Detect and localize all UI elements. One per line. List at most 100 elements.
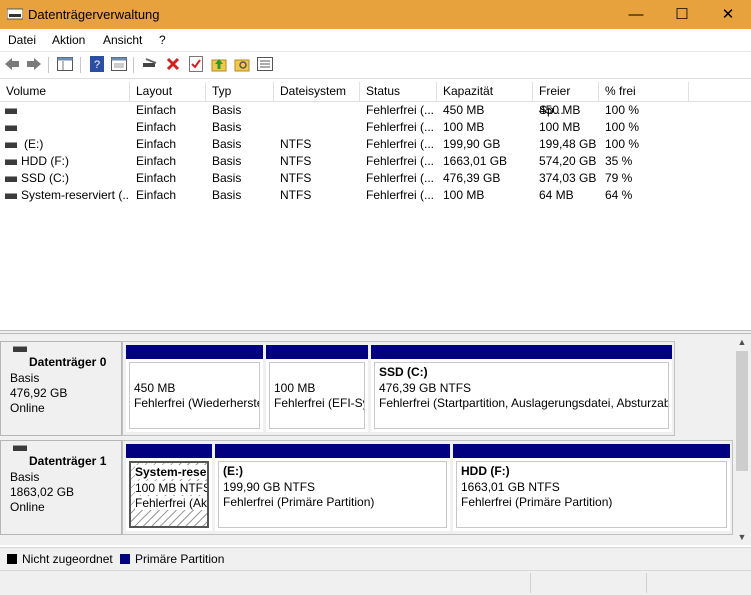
partition-title: SSD (C:) [379,365,428,379]
volume-name: HDD (F:) [21,154,69,168]
disk-1-label[interactable]: Datenträger 1 Basis 1863,02 GB Online [0,440,122,535]
disk-0-size: 476,92 GB [10,386,68,400]
menu-help[interactable]: ? [159,33,166,47]
status-bar [0,570,751,595]
volume-filesystem: NTFS [280,137,312,151]
partition-title: (E:) [223,464,243,478]
menu-aktion[interactable]: Aktion [52,33,85,47]
delete-icon[interactable] [164,55,182,73]
volume-layout: Einfach [136,120,177,134]
volume-layout: Einfach [136,188,177,202]
volume-free-space: 64 MB [539,188,574,202]
column-header-dateisystem[interactable]: Dateisystem [274,82,360,101]
partition-disk0-efi[interactable]: 100 MB Fehlerfrei (EFI-Sy [266,345,368,432]
help-icon[interactable]: ? [88,55,106,73]
unallocated-swatch [7,554,17,564]
primary-partition-bar [126,444,212,458]
column-header-prozent-frei[interactable]: % frei [599,82,689,101]
partition-disk1-system-reserved[interactable]: System-reser 100 MB NTFS Fehlerfrei (Akt [126,444,212,531]
drive-icon [5,142,17,148]
properties-check-icon[interactable] [187,55,205,73]
column-header-volume[interactable]: Volume [0,82,130,101]
drive-icon [5,193,17,199]
disk-icon [13,346,27,352]
properties-grid-icon[interactable] [56,55,74,73]
volume-row[interactable]: Einfach Basis Fehlerfrei (... 100 MB 100… [0,119,751,136]
minimize-button[interactable]: — [613,0,659,29]
volume-row[interactable]: HDD (F:) Einfach Basis NTFS Fehlerfrei (… [0,153,751,170]
toolbar-separator [80,57,81,73]
volume-capacity: 1663,01 GB [443,154,508,168]
toolbar-separator [133,57,134,73]
legend-primary-partition: Primäre Partition [135,552,225,566]
forward-icon[interactable] [25,55,43,73]
column-header-status[interactable]: Status [360,82,437,101]
volume-percent-free: 35 % [605,154,633,168]
partition-size: 450 MB [134,381,176,395]
close-button[interactable]: ✕ [705,0,751,29]
volume-type: Basis [212,171,242,185]
disk-0-label[interactable]: Datenträger 0 Basis 476,92 GB Online [0,341,122,436]
disk-1-name: Datenträger 1 [29,454,107,468]
partition-status: Fehlerfrei (Startpartition, Auslagerungs… [379,396,669,410]
volume-filesystem: NTFS [280,154,312,168]
list-view-icon[interactable] [256,55,274,73]
volume-type: Basis [212,188,242,202]
disk-icon [13,445,27,451]
connect-icon[interactable] [141,55,159,73]
console-icon[interactable] [110,55,128,73]
menu-ansicht[interactable]: Ansicht [103,33,142,47]
partition-size: 1663,01 GB NTFS [461,480,560,494]
column-header-kapazitaet[interactable]: Kapazität [437,82,533,101]
partition-disk0-recovery[interactable]: 450 MB Fehlerfrei (Wiederherste [126,345,263,432]
partition-disk1-e[interactable]: (E:) 199,90 GB NTFS Fehlerfrei (Primäre … [215,444,450,531]
volume-capacity: 100 MB [443,188,485,202]
volume-capacity: 450 MB [443,103,485,117]
maximize-button[interactable]: ☐ [659,0,705,29]
drive-icon [5,108,17,114]
volume-capacity: 100 MB [443,120,485,134]
legend-unallocated: Nicht zugeordnet [22,552,113,566]
column-header-typ[interactable]: Typ [206,82,274,101]
volume-filesystem: NTFS [280,171,312,185]
partition-disk0-ssd-c[interactable]: SSD (C:) 476,39 GB NTFS Fehlerfrei (Star… [371,345,672,432]
volume-type: Basis [212,103,242,117]
volume-row[interactable]: Einfach Basis Fehlerfrei (... 450 MB 450… [0,102,751,119]
back-icon[interactable] [3,55,21,73]
partition-body-selected: System-reser 100 MB NTFS Fehlerfrei (Akt [129,461,209,528]
primary-partition-bar [371,345,672,359]
volume-capacity: 476,39 GB [443,171,501,185]
disk-pane-scrollbar[interactable]: ▲ ▼ [733,334,751,545]
volume-row[interactable]: (E:) Einfach Basis NTFS Fehlerfrei (... … [0,136,751,153]
volume-list: Volume Layout Typ Dateisystem Status Kap… [0,82,751,330]
column-header-freier-speicher[interactable]: Freier Sp... [533,82,599,117]
volume-name: System-reserviert (... [21,188,129,202]
status-segment [646,573,647,593]
volume-free-space: 100 MB [539,120,581,134]
volume-free-space: 450 MB [539,103,581,117]
volume-status: Fehlerfrei (... [366,103,435,117]
title-bar: Datenträgerverwaltung — ☐ ✕ [0,0,751,29]
partition-status: Fehlerfrei (Primäre Partition) [461,495,613,509]
search-folder-icon[interactable] [233,55,251,73]
partition-title: System-reser [135,465,207,479]
scroll-up-arrow-icon[interactable]: ▲ [733,334,751,350]
partition-body: HDD (F:) 1663,01 GB NTFS Fehlerfrei (Pri… [456,461,727,528]
scroll-thumb[interactable] [736,351,748,471]
up-folder-icon[interactable] [210,55,228,73]
disk-1-size: 1863,02 GB [10,485,75,499]
volume-percent-free: 100 % [605,120,640,134]
partition-disk1-hdd-f[interactable]: HDD (F:) 1663,01 GB NTFS Fehlerfrei (Pri… [453,444,730,531]
scroll-down-arrow-icon[interactable]: ▼ [733,529,751,545]
volume-type: Basis [212,120,242,134]
volume-row[interactable]: SSD (C:) Einfach Basis NTFS Fehlerfrei (… [0,170,751,187]
volume-layout: Einfach [136,171,177,185]
volume-layout: Einfach [136,137,177,151]
column-header-layout[interactable]: Layout [130,82,206,101]
menu-datei[interactable]: Datei [8,33,36,47]
volume-name [21,119,127,136]
primary-partition-bar [453,444,730,458]
drive-icon [5,125,17,131]
volume-row[interactable]: System-reserviert (... Einfach Basis NTF… [0,187,751,204]
volume-name: SSD (C:) [21,171,69,185]
